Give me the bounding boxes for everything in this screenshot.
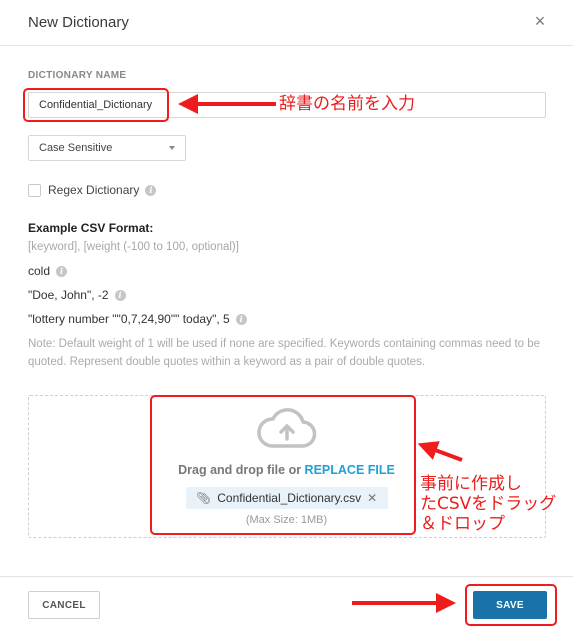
annotation-box-upload: [150, 395, 416, 535]
annotation-box-save: [465, 584, 557, 626]
dialog-title: New Dictionary: [28, 14, 129, 31]
case-sensitivity-value: Case Sensitive: [39, 142, 113, 154]
example-line-text: "lottery number ""0,7,24,90"" today", 5: [28, 312, 230, 326]
format-hint-text: [keyword], [weight (-100 to 100, optiona…: [28, 241, 239, 253]
annotation-upload-note: 事前に作成し たCSVをドラッグ ＆ドロップ: [420, 474, 557, 534]
case-sensitivity-select[interactable]: Case Sensitive: [28, 135, 186, 161]
example-line: "lottery number ""0,7,24,90"" today", 5 …: [28, 312, 247, 326]
annotation-box-name: [23, 88, 169, 122]
close-icon[interactable]: ×: [529, 10, 551, 32]
info-icon[interactable]: i: [114, 289, 126, 301]
example-line-text: "Doe, John", -2: [28, 288, 109, 302]
example-format-hint: [keyword], [weight (-100 to 100, optiona…: [28, 241, 239, 253]
info-icon[interactable]: i: [235, 313, 247, 325]
regex-dictionary-label: Regex Dictionary: [48, 183, 140, 197]
example-line: "Doe, John", -2 i: [28, 288, 126, 302]
dictionary-name-label: DICTIONARY NAME: [28, 70, 127, 81]
dialog-header: New Dictionary ×: [0, 0, 573, 46]
chevron-down-icon: [169, 146, 175, 150]
csv-format-note: Note: Default weight of 1 will be used i…: [28, 338, 541, 368]
regex-dictionary-checkbox[interactable]: [28, 183, 41, 197]
info-icon[interactable]: i: [145, 184, 157, 196]
example-line-text: cold: [28, 264, 51, 278]
regex-dictionary-row: Regex Dictionary i: [28, 182, 157, 198]
cancel-button[interactable]: CANCEL: [28, 591, 100, 619]
annotation-name-note: 辞書の名前を入力: [279, 94, 415, 114]
example-csv-title: Example CSV Format:: [28, 221, 154, 235]
info-icon[interactable]: i: [56, 265, 68, 277]
example-line: cold i: [28, 264, 68, 278]
